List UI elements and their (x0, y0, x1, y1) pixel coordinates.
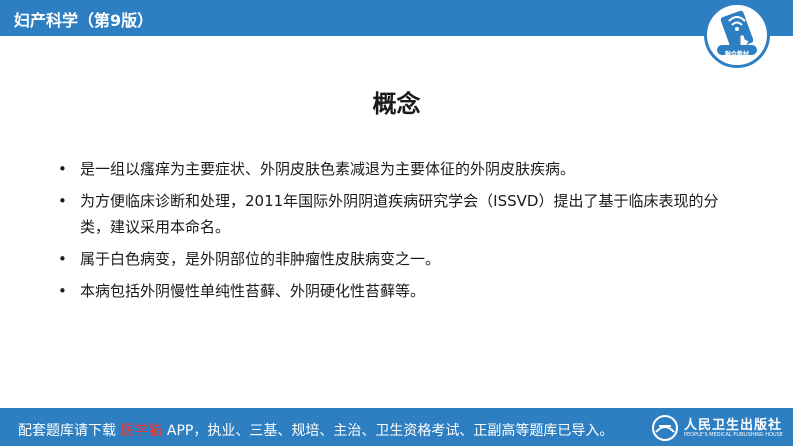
app-name-highlight: 医学猫 (120, 423, 163, 439)
bullet-text: 属于白色病变，是外阴部位的非肿瘤性皮肤病变之一。 (80, 250, 441, 268)
footer-text-before: 配套题库请下载 (18, 423, 121, 439)
footer-bar: 配套题库请下载 医学猫 APP，执业、三基、规培、主治、卫生资格考试、正副高等题… (0, 408, 793, 446)
publisher-name-en: PEOPLE'S MEDICAL PUBLISHING HOUSE (684, 432, 783, 438)
footer-notice: 配套题库请下载 医学猫 APP，执业、三基、规培、主治、卫生资格考试、正副高等题… (18, 420, 613, 440)
bullet-list: • 是一组以瘙痒为主要症状、外阴皮肤色素减退为主要体征的外阴皮肤疾病。 • 为方… (58, 156, 748, 310)
publisher-logo-block: 人民卫生出版社 PEOPLE'S MEDICAL PUBLISHING HOUS… (650, 412, 790, 444)
bullet-item: • 本病包括外阴慢性单纯性苔藓、外阴硬化性苔藓等。 (58, 278, 748, 304)
bullet-item: • 属于白色病变，是外阴部位的非肿瘤性皮肤病变之一。 (58, 246, 748, 272)
bullet-marker: • (58, 192, 67, 210)
book-title: 妇产科学（第9版） (14, 11, 154, 30)
slide-title: 概念 (372, 90, 421, 118)
bullet-item: • 是一组以瘙痒为主要症状、外阴皮肤色素减退为主要体征的外阴皮肤疾病。 (58, 156, 748, 182)
fusion-textbook-badge: 融合教材 (704, 2, 770, 68)
bullet-text: 为方便临床诊断和处理，2011年国际外阴阴道疾病研究学会（ISSVD）提出了基于… (80, 192, 719, 236)
bullet-text: 本病包括外阴慢性单纯性苔藓、外阴硬化性苔藓等。 (80, 282, 426, 300)
bullet-marker: • (58, 282, 67, 300)
bullet-text: 是一组以瘙痒为主要症状、外阴皮肤色素减退为主要体征的外阴皮肤疾病。 (80, 160, 576, 178)
bullet-marker: • (58, 250, 67, 268)
footer-text-after: APP，执业、三基、规培、主治、卫生资格考试、正副高等题库已导入。 (162, 423, 614, 439)
publisher-name: 人民卫生出版社 (684, 418, 783, 433)
badge-label: 融合教材 (724, 51, 749, 58)
bullet-marker: • (58, 160, 67, 178)
publisher-logo-icon (652, 415, 678, 441)
bullet-item: • 为方便临床诊断和处理，2011年国际外阴阴道疾病研究学会（ISSVD）提出了… (58, 188, 748, 240)
header-bar: 妇产科学（第9版） (0, 0, 793, 36)
